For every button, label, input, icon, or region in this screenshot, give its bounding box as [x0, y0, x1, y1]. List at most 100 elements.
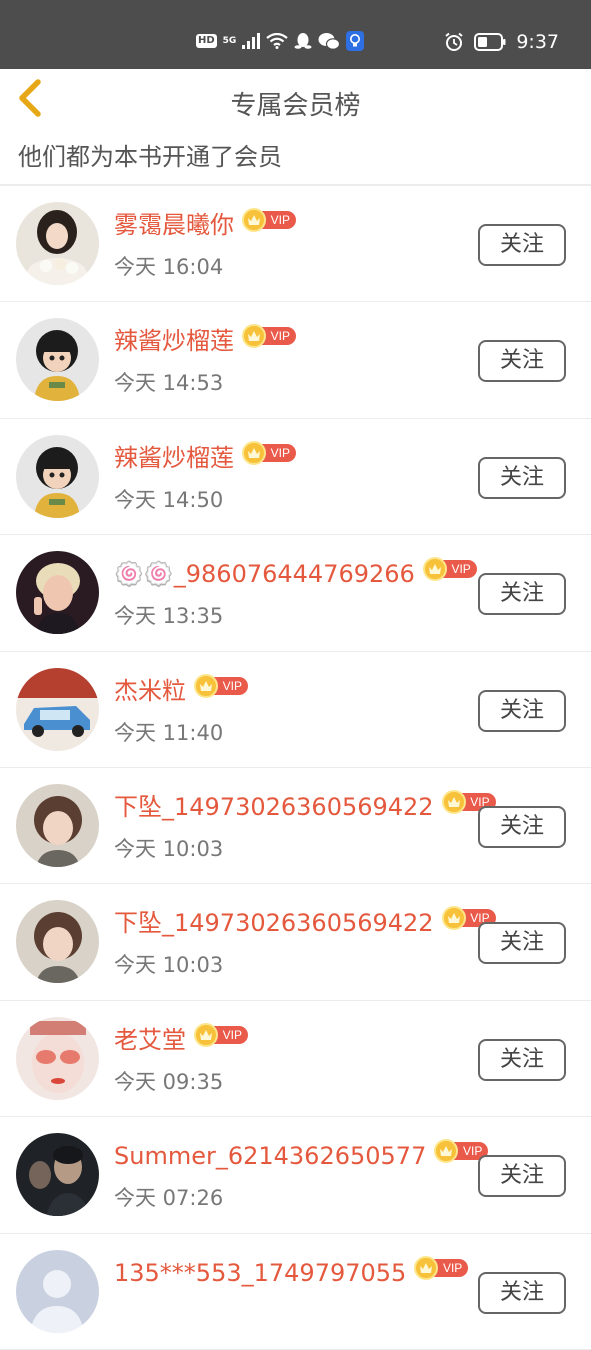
status-right-icons: 9:37 [444, 31, 559, 53]
list-item: 135***553_1749797055 VIP 关注 [0, 1234, 591, 1350]
avatar[interactable] [16, 1249, 99, 1333]
member-name-line: 杰米粒 VIP [114, 672, 248, 712]
crown-icon [194, 673, 218, 698]
member-name-line: 老艾堂 VIP [114, 1021, 248, 1061]
member-name[interactable]: 杰米粒 [114, 672, 186, 710]
toy-car-avatar [16, 667, 99, 751]
member-name[interactable]: 下坠_14973026360569422 [114, 788, 434, 826]
alarm-icon [445, 32, 463, 51]
cartoon-child-avatar [16, 434, 99, 518]
member-name[interactable]: Summer_6214362650577 [114, 1137, 426, 1175]
member-name[interactable]: 🍥🍥_986076444769266 [114, 555, 415, 593]
avatar[interactable] [16, 667, 99, 751]
list-item: 辣酱炒榴莲 VIP 今天 14:53 关注 [0, 302, 591, 419]
member-time: 今天 14:53 [114, 371, 224, 396]
list-item: Summer_6214362650577 VIP 今天 07:26 关注 [0, 1117, 591, 1234]
avatar[interactable] [16, 202, 99, 285]
avatar[interactable] [16, 900, 99, 984]
member-name[interactable]: 135***553_1749797055 [114, 1254, 406, 1292]
member-name-line: 辣酱炒榴莲 VIP [114, 439, 296, 479]
anime-boy-avatar [16, 551, 99, 635]
member-time: 今天 07:26 [114, 1186, 224, 1211]
crown-icon [242, 208, 266, 232]
short-hair-girl-avatar [16, 900, 99, 984]
member-name-line: 下坠_14973026360569422 VIP [114, 904, 496, 944]
list-item: 下坠_14973026360569422 VIP 今天 10:03 关注 [0, 768, 591, 885]
avatar[interactable] [16, 551, 99, 635]
crown-icon [422, 557, 447, 582]
signal-icon [242, 33, 261, 49]
cartoon-child-avatar [16, 318, 99, 402]
member-list: 雾霭晨曦你 VIP 今天 16:04 关注 辣酱炒榴莲 VIP 今天 14:53… [0, 186, 591, 1350]
girl-with-flowers-avatar [16, 202, 99, 285]
page-subtitle: 他们都为本书开通了会员 [18, 143, 282, 171]
member-name[interactable]: 下坠_14973026360569422 [114, 904, 434, 942]
dark-portrait-avatar [16, 1133, 99, 1217]
wifi-icon [266, 33, 289, 49]
crown-icon [441, 906, 466, 931]
red-makeup-face-avatar [16, 1016, 99, 1100]
vip-badge: VIP [242, 440, 296, 465]
follow-button[interactable]: 关注 [478, 1038, 566, 1081]
clock-time: 9:37 [516, 31, 559, 53]
follow-button[interactable]: 关注 [478, 1155, 566, 1198]
status-bar: HD 5G 9:37 [0, 0, 591, 69]
member-name-line: 135***553_1749797055 VIP [114, 1254, 469, 1294]
member-time: 今天 13:35 [114, 604, 224, 629]
avatar[interactable] [16, 783, 99, 867]
avatar[interactable] [16, 1133, 99, 1217]
avatar[interactable] [16, 318, 99, 402]
list-item: 🍥🍥_986076444769266 VIP 今天 13:35 关注 [0, 535, 591, 652]
follow-button[interactable]: 关注 [478, 922, 566, 965]
crown-icon [194, 1022, 218, 1047]
vip-badge: VIP [194, 673, 248, 698]
member-name[interactable]: 辣酱炒榴莲 [114, 322, 234, 360]
member-name[interactable]: 老艾堂 [114, 1021, 186, 1059]
vip-badge: VIP [414, 1255, 469, 1280]
crown-icon [414, 1255, 439, 1280]
short-hair-girl-avatar [16, 783, 99, 867]
member-time: 今天 10:03 [114, 953, 224, 978]
vip-badge: VIP [242, 324, 296, 349]
list-item: 下坠_14973026360569422 VIP 今天 10:03 关注 [0, 884, 591, 1001]
vip-badge: VIP [194, 1022, 248, 1047]
list-item: 老艾堂 VIP 今天 09:35 关注 [0, 1001, 591, 1118]
member-time: 今天 16:04 [114, 255, 224, 279]
member-name[interactable]: 雾霭晨曦你 [114, 206, 234, 244]
member-name-line: 🍥🍥_986076444769266 VIP [114, 555, 477, 595]
avatar[interactable] [16, 1016, 99, 1100]
battery-icon [474, 33, 506, 51]
avatar[interactable] [16, 434, 99, 518]
follow-button[interactable]: 关注 [478, 689, 566, 732]
network-type-label: 5G [222, 35, 237, 46]
page-header: 专属会员榜 他们都为本书开通了会员 [0, 69, 591, 185]
vip-badge: VIP [422, 557, 477, 582]
member-time: 今天 14:50 [114, 487, 224, 512]
bulb-icon [346, 31, 365, 51]
crown-icon [441, 789, 466, 814]
member-time: 今天 11:40 [114, 720, 224, 745]
follow-button[interactable]: 关注 [478, 456, 566, 499]
status-left-icons: HD 5G [196, 31, 365, 51]
hd-icon: HD [196, 34, 217, 48]
follow-button[interactable]: 关注 [478, 573, 566, 616]
default-gray-avatar [16, 1249, 99, 1333]
member-time: 今天 10:03 [114, 836, 224, 861]
follow-button[interactable]: 关注 [478, 805, 566, 848]
list-item: 杰米粒 VIP 今天 11:40 关注 [0, 652, 591, 768]
list-item: 辣酱炒榴莲 VIP 今天 14:50 关注 [0, 419, 591, 536]
vip-badge: VIP [242, 208, 296, 232]
list-item: 雾霭晨曦你 VIP 今天 16:04 关注 [0, 186, 591, 303]
follow-button[interactable]: 关注 [478, 1271, 566, 1314]
qq-icon [294, 33, 312, 49]
follow-button[interactable]: 关注 [478, 340, 566, 383]
member-name-line: Summer_6214362650577 VIP [114, 1137, 489, 1177]
member-name-line: 辣酱炒榴莲 VIP [114, 322, 296, 362]
page-title: 专属会员榜 [230, 91, 361, 121]
crown-icon [242, 440, 266, 465]
follow-button[interactable]: 关注 [478, 224, 566, 266]
member-name-line: 雾霭晨曦你 VIP [114, 206, 296, 246]
member-name[interactable]: 辣酱炒榴莲 [114, 439, 234, 477]
member-name-line: 下坠_14973026360569422 VIP [114, 788, 496, 828]
member-time: 今天 09:35 [114, 1069, 224, 1094]
